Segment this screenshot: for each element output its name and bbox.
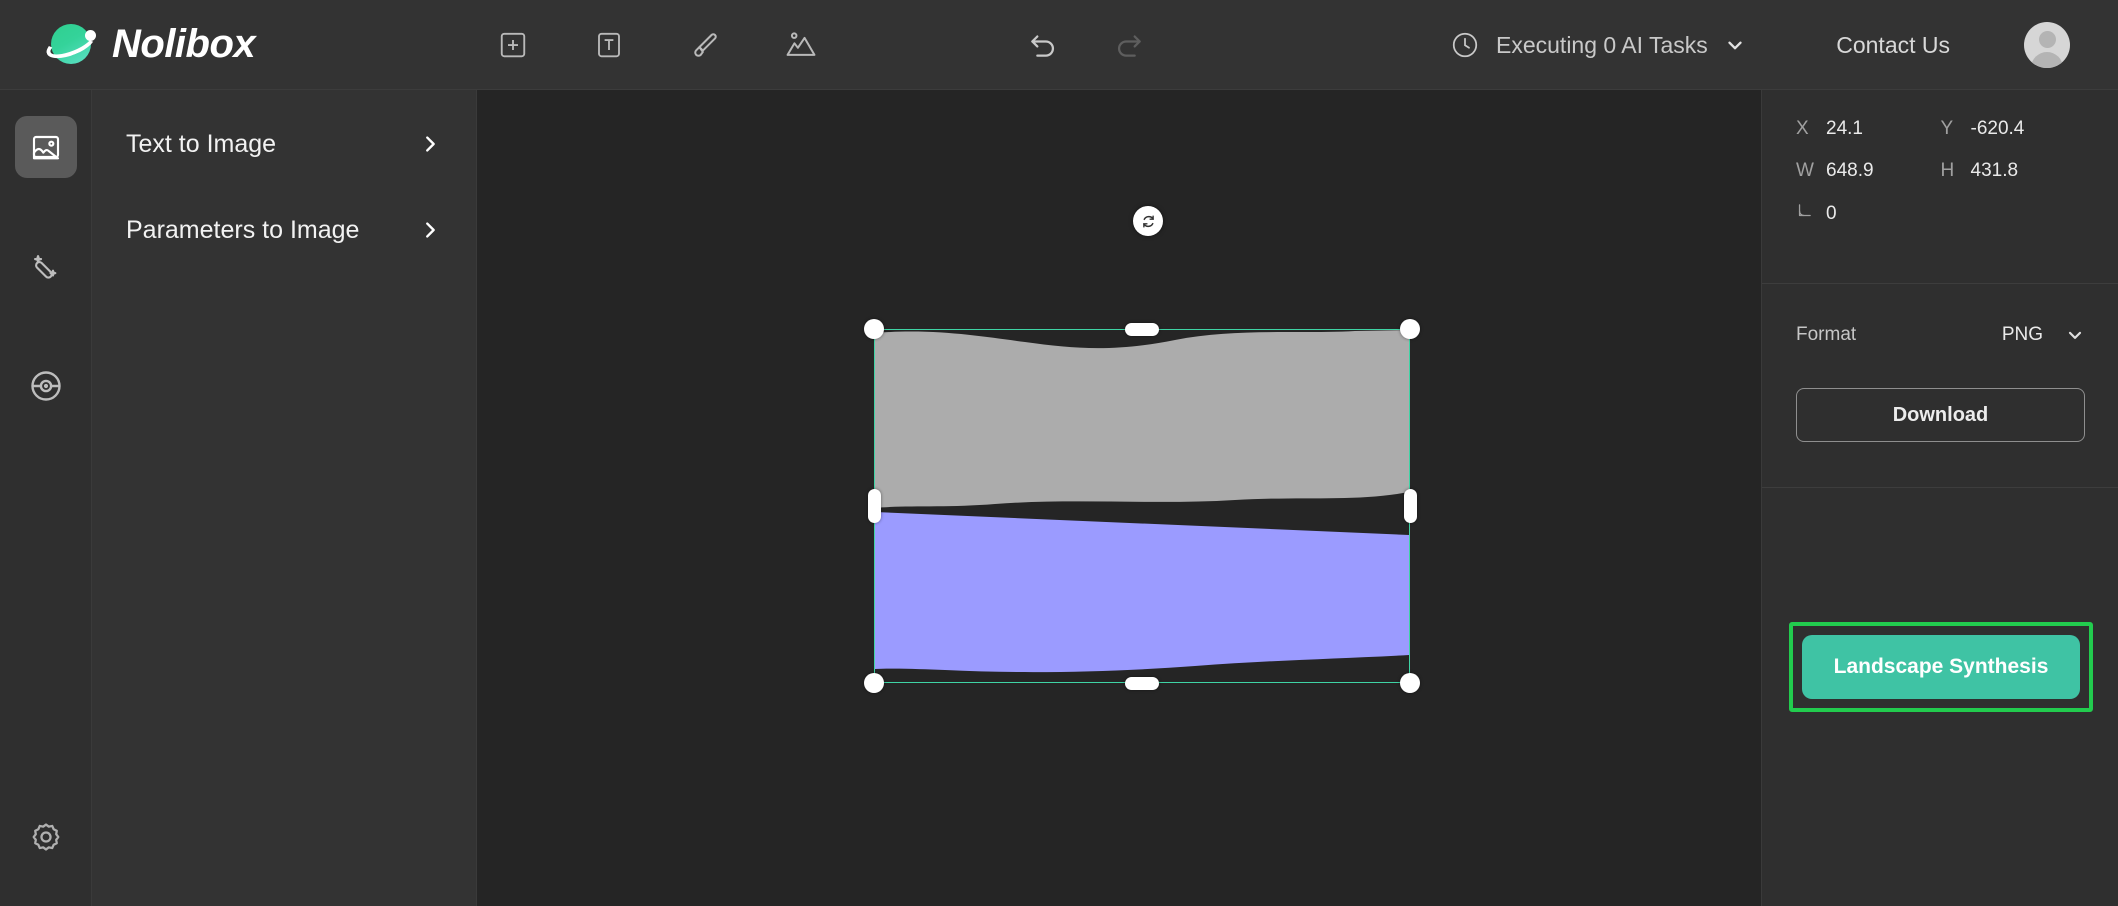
rail-item-circle-tool[interactable] bbox=[15, 355, 77, 417]
selected-image-object[interactable] bbox=[875, 330, 1409, 682]
brush-icon bbox=[694, 33, 717, 57]
right-properties-panel: X 24.1 Y -620.4 W 648.9 H 431.8 0 Format… bbox=[1761, 90, 2118, 906]
chevron-down-icon bbox=[2068, 331, 2082, 339]
text-square-icon bbox=[598, 32, 620, 58]
rail-item-magic-wand[interactable] bbox=[15, 236, 77, 298]
property-height[interactable]: H 431.8 bbox=[1941, 160, 2086, 182]
property-width[interactable]: W 648.9 bbox=[1796, 160, 1941, 182]
chevron-right-icon bbox=[426, 136, 435, 152]
redo-arrow-icon bbox=[1118, 35, 1141, 57]
object-properties: X 24.1 Y -620.4 W 648.9 H 431.8 0 bbox=[1762, 90, 2118, 271]
chevron-right-icon bbox=[426, 222, 435, 238]
resize-handle-bottom-center[interactable] bbox=[1125, 677, 1159, 690]
resize-handle-bottom-right[interactable] bbox=[1400, 673, 1420, 693]
format-value: PNG bbox=[2001, 324, 2043, 345]
brand-logo[interactable]: Nolibox bbox=[42, 22, 256, 68]
header-tool-group bbox=[490, 0, 824, 90]
landscape-synthesis-button[interactable]: Landscape Synthesis bbox=[1802, 635, 2080, 699]
add-text-button[interactable] bbox=[586, 22, 632, 68]
add-frame-button[interactable] bbox=[490, 22, 536, 68]
top-header-bar: Nolibox Executing 0 AI Tasks Contact Us bbox=[0, 0, 2118, 90]
property-height-value: 431.8 bbox=[1970, 160, 2019, 181]
property-rotation[interactable]: 0 bbox=[1796, 202, 1972, 225]
ai-task-status[interactable]: Executing 0 AI Tasks bbox=[1450, 0, 1746, 90]
format-row: Format PNG bbox=[1796, 318, 2085, 352]
download-button[interactable]: Download bbox=[1796, 388, 2085, 442]
rotate-handle-icon[interactable] bbox=[1133, 206, 1163, 236]
contact-us-link[interactable]: Contact Us bbox=[1836, 0, 1950, 90]
format-select[interactable]: PNG bbox=[2002, 324, 2085, 346]
chevron-down-icon[interactable] bbox=[1724, 34, 1746, 56]
property-y[interactable]: Y -620.4 bbox=[1941, 118, 2086, 140]
property-y-key: Y bbox=[1940, 118, 1954, 139]
property-width-key: W bbox=[1796, 160, 1814, 181]
brush-button[interactable] bbox=[682, 22, 728, 68]
panel-item-label: Text to Image bbox=[126, 129, 277, 158]
property-width-value: 648.9 bbox=[1826, 160, 1874, 181]
planet-logo-icon bbox=[42, 22, 100, 68]
property-x-key: X bbox=[1796, 118, 1809, 139]
undo-button[interactable] bbox=[1020, 22, 1066, 68]
angle-icon bbox=[1798, 204, 1811, 217]
panel-item-parameters-to-image[interactable]: Parameters to Image bbox=[92, 202, 477, 258]
undo-arrow-icon bbox=[1031, 35, 1054, 57]
rail-item-image[interactable] bbox=[15, 116, 77, 178]
property-rotation-value: 0 bbox=[1826, 203, 1837, 224]
resize-handle-top-left[interactable] bbox=[864, 319, 884, 339]
magic-wand-icon bbox=[34, 255, 57, 279]
resize-handle-top-center[interactable] bbox=[1125, 323, 1159, 336]
format-label: Format bbox=[1796, 324, 1857, 345]
gear-icon bbox=[32, 823, 60, 851]
resize-handle-top-right[interactable] bbox=[1400, 319, 1420, 339]
rotate-arrows-icon bbox=[1142, 214, 1154, 228]
editor-canvas[interactable] bbox=[477, 90, 1761, 906]
landscape-artwork bbox=[875, 330, 1409, 682]
circle-target-icon bbox=[31, 371, 61, 401]
panel-item-text-to-image[interactable]: Text to Image bbox=[92, 116, 477, 172]
add-image-button[interactable] bbox=[778, 22, 824, 68]
property-row-position: X 24.1 Y -620.4 bbox=[1796, 118, 2085, 140]
property-y-value: -620.4 bbox=[1970, 118, 2025, 139]
panel-divider bbox=[1762, 487, 2118, 488]
property-x[interactable]: X 24.1 bbox=[1796, 118, 1941, 140]
left-icon-rail bbox=[0, 90, 92, 906]
header-history-group bbox=[1020, 0, 1152, 90]
property-x-value: 24.1 bbox=[1826, 118, 1863, 139]
plus-square-icon bbox=[500, 32, 526, 58]
resize-handle-bottom-left[interactable] bbox=[864, 673, 884, 693]
app-root: Nolibox Executing 0 AI Tasks Contact Us … bbox=[0, 0, 2118, 906]
panel-item-label: Parameters to Image bbox=[126, 215, 360, 244]
clock-icon bbox=[1452, 32, 1478, 58]
resize-handle-middle-left[interactable] bbox=[868, 489, 881, 523]
resize-handle-middle-right[interactable] bbox=[1404, 489, 1417, 523]
user-avatar-icon[interactable] bbox=[2024, 22, 2070, 68]
rail-item-settings[interactable] bbox=[15, 806, 77, 868]
redo-button[interactable] bbox=[1106, 22, 1152, 68]
image-mountains-icon bbox=[786, 32, 816, 56]
image-icon bbox=[32, 135, 60, 160]
property-height-key: H bbox=[1940, 160, 1955, 181]
panel-divider bbox=[1762, 283, 2118, 284]
property-row-rotation: 0 bbox=[1796, 202, 2085, 225]
brand-name: Nolibox bbox=[112, 22, 256, 66]
property-row-size: W 648.9 H 431.8 bbox=[1796, 160, 2085, 182]
left-tool-panel: Text to Image Parameters to Image bbox=[92, 90, 477, 906]
ai-task-status-label: Executing 0 AI Tasks bbox=[1496, 31, 1708, 58]
